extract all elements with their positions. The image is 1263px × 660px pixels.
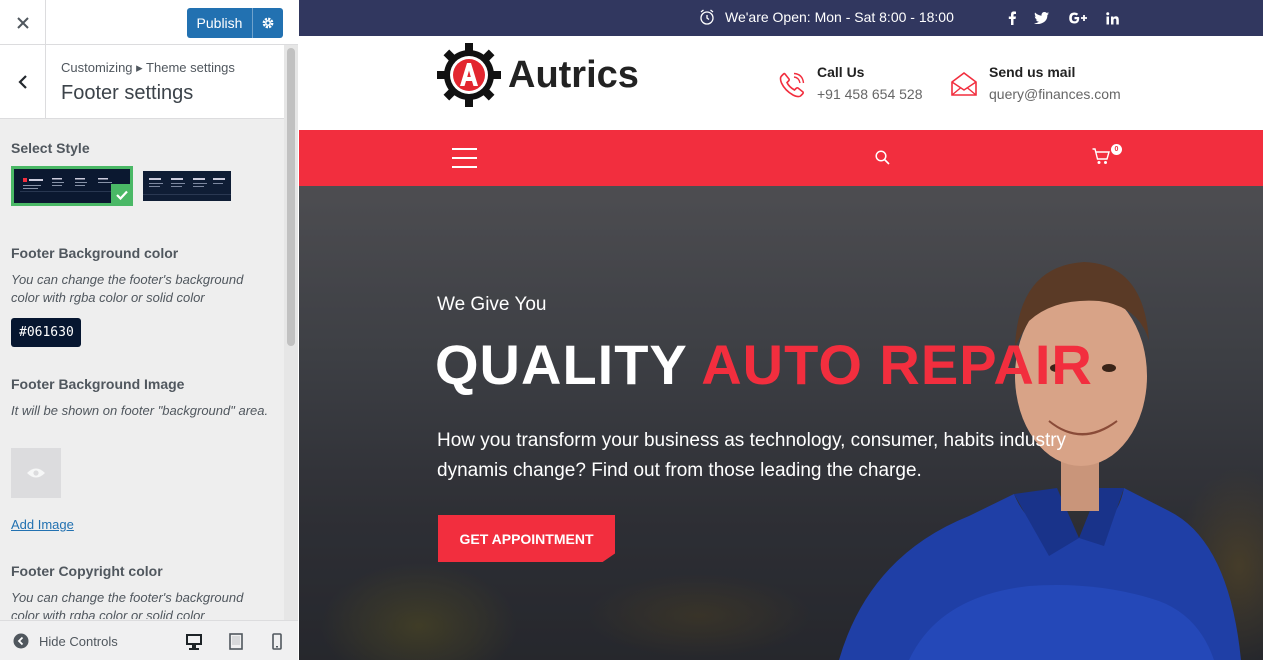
hero-section: We Give You QUALITY AUTO REPAIR How you … <box>299 186 1263 660</box>
bg-color-title: Footer Background color <box>11 245 179 261</box>
hero-title-main: QUALITY <box>435 333 702 396</box>
twitter-icon <box>1033 12 1049 24</box>
twitter-link[interactable] <box>1033 10 1049 26</box>
hide-controls-button[interactable]: Hide Controls <box>13 633 118 649</box>
call-us-block: Call Us +91 458 654 528 <box>779 64 923 102</box>
menu-bar <box>452 157 477 159</box>
menu-bar <box>452 166 477 168</box>
hide-controls-label: Hide Controls <box>39 633 118 649</box>
gear-icon <box>262 17 274 29</box>
collapse-arrow-icon <box>13 633 29 649</box>
close-customizer-button[interactable] <box>0 0 46 45</box>
footer-style-option-2[interactable] <box>143 171 231 201</box>
site-logo[interactable]: Autrics <box>436 42 639 108</box>
select-style-label: Select Style <box>11 140 90 156</box>
get-appointment-button[interactable]: GET APPOINTMENT <box>438 515 615 562</box>
google-plus-icon <box>1069 12 1087 24</box>
selected-check-badge <box>111 184 133 206</box>
controls-scroll-thumb[interactable] <box>287 48 295 346</box>
back-button[interactable] <box>0 45 46 118</box>
breadcrumb: Customizing ▸ Theme settings <box>61 60 235 75</box>
bg-color-description: You can change the footer's background c… <box>11 272 244 305</box>
facebook-link[interactable] <box>1004 10 1020 26</box>
bg-color-picker[interactable]: #061630 <box>11 318 81 347</box>
footer-style-1-thumbnail <box>20 175 120 193</box>
bg-image-title: Footer Background Image <box>11 376 185 392</box>
menu-toggle-button[interactable] <box>452 148 477 168</box>
checkmark-icon <box>116 190 128 200</box>
logo-gear-icon <box>437 43 501 107</box>
send-mail-block: Send us mail query@finances.com <box>951 64 1121 102</box>
clock-icon <box>700 9 714 25</box>
menu-bar <box>452 148 477 150</box>
open-hours: We'are Open: Mon - Sat 8:00 - 18:00 <box>699 9 954 25</box>
footer-style-option-1[interactable] <box>11 166 133 206</box>
eye-icon <box>27 468 45 478</box>
send-mail-title: Send us mail <box>989 64 1076 80</box>
close-icon <box>16 16 29 29</box>
hero-description: How you transform your business as techn… <box>437 430 1067 481</box>
preview-mobile-button[interactable] <box>268 632 286 650</box>
facebook-icon <box>1008 11 1016 25</box>
send-mail-address[interactable]: query@finances.com <box>989 86 1121 102</box>
publish-button[interactable]: Publish <box>187 8 283 38</box>
bg-image-description: It will be shown on footer "background" … <box>11 403 269 418</box>
add-image-link[interactable]: Add Image <box>11 517 74 532</box>
linkedin-link[interactable] <box>1104 10 1120 26</box>
publish-settings-button[interactable] <box>253 16 283 30</box>
desktop-icon <box>186 633 202 650</box>
customizer-footer: Hide Controls <box>0 620 298 660</box>
google-plus-link[interactable] <box>1067 10 1089 26</box>
copyright-color-description: You can change the footer's background c… <box>11 590 244 619</box>
bg-image-placeholder[interactable] <box>11 448 61 498</box>
search-button[interactable] <box>875 150 890 170</box>
publish-label: Publish <box>196 15 243 31</box>
section-title-bar: Customizing ▸ Theme settings Footer sett… <box>0 45 284 119</box>
preview-tablet-button[interactable] <box>227 632 245 650</box>
mobile-icon <box>272 632 282 650</box>
site-header: Autrics Call Us +91 458 654 528 Send us … <box>299 36 1263 130</box>
site-topbar: We'are Open: Mon - Sat 8:00 - 18:00 <box>299 0 1263 36</box>
cart-icon <box>1092 148 1110 164</box>
site-preview: We'are Open: Mon - Sat 8:00 - 18:00 Autr… <box>299 0 1263 660</box>
customizer-header: Publish <box>0 0 298 45</box>
linkedin-icon <box>1105 11 1119 24</box>
preview-desktop-button[interactable] <box>185 632 203 650</box>
phone-icon <box>779 72 805 98</box>
tablet-icon <box>229 632 243 650</box>
page-title: Footer settings <box>61 82 194 104</box>
open-hours-text: We'are Open: Mon - Sat 8:00 - 18:00 <box>725 9 954 25</box>
call-us-number[interactable]: +91 458 654 528 <box>817 86 923 102</box>
customizer-sidebar: Publish Customizing ▸ Theme settings Foo… <box>0 0 298 660</box>
hero-subtitle: We Give You <box>437 294 547 315</box>
hero-title: QUALITY AUTO REPAIR <box>435 332 1093 397</box>
copyright-color-title: Footer Copyright color <box>11 563 163 579</box>
controls-panel[interactable]: Select Style Footer Background color You… <box>0 119 284 619</box>
logo-text: Autrics <box>508 53 639 96</box>
hero-title-accent: AUTO REPAIR <box>701 333 1093 396</box>
cart-button[interactable] <box>1092 148 1110 170</box>
chevron-left-icon <box>17 74 27 89</box>
cart-count-badge: 0 <box>1111 144 1122 155</box>
mail-icon <box>951 72 977 96</box>
footer-style-2-thumbnail <box>143 171 231 201</box>
site-navbar: 0 <box>299 130 1263 186</box>
search-icon <box>875 150 890 165</box>
call-us-title: Call Us <box>817 64 865 80</box>
